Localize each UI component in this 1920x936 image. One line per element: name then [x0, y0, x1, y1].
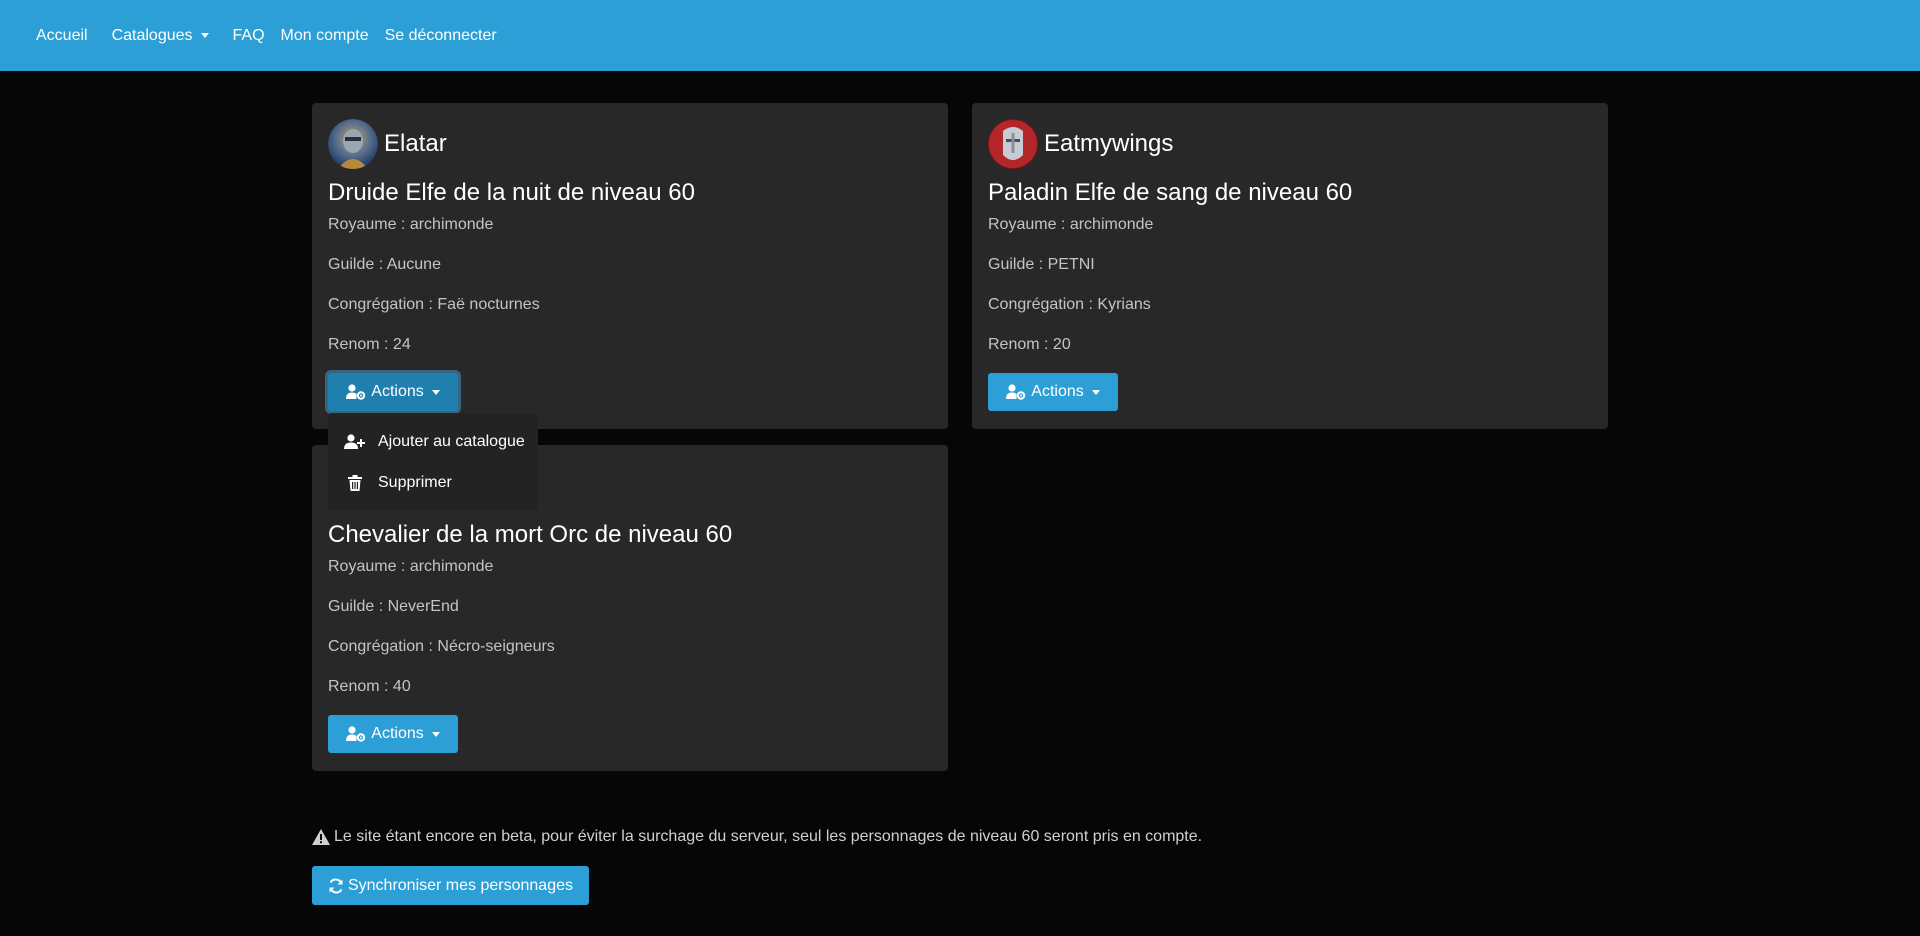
character-guild: Guilde : Aucune — [328, 256, 441, 273]
user-cog-icon — [1006, 384, 1026, 400]
character-name: Elatar — [384, 130, 447, 157]
nav-logout-link[interactable]: Se déconnecter — [385, 27, 497, 45]
delete-menu-item[interactable]: Supprimer — [328, 462, 538, 503]
paladin-avatar-icon — [988, 119, 1038, 169]
actions-dropdown-menu: Ajouter au catalogue Supprimer — [328, 413, 538, 511]
nav-catalogues-dropdown[interactable]: Catalogues — [112, 27, 209, 45]
user-plus-icon — [344, 433, 366, 450]
character-card: Elatar Druide Elfe de la nuit de niveau … — [312, 103, 948, 429]
character-guild: Guilde : NeverEnd — [328, 598, 459, 615]
character-realm: Royaume : archimonde — [328, 216, 494, 233]
character-name: Eatmywings — [1044, 130, 1174, 157]
user-cog-icon — [346, 384, 366, 400]
sync-icon — [328, 878, 344, 894]
beta-warning-text: Le site étant encore en beta, pour évite… — [334, 828, 1203, 845]
actions-button[interactable]: Actions — [328, 715, 458, 753]
add-to-catalogue-menu-item[interactable]: Ajouter au catalogue — [328, 421, 538, 462]
sync-button-label: Synchroniser mes personnages — [347, 876, 573, 894]
actions-label: Actions — [371, 383, 424, 400]
nav-account-link[interactable]: Mon compte — [281, 27, 369, 45]
character-title: Druide Elfe de la nuit de niveau 60 — [328, 179, 695, 206]
actions-button[interactable]: Actions — [328, 373, 458, 411]
character-covenant: Congrégation : Faë nocturnes — [328, 296, 540, 313]
character-header: Eatmywings — [988, 119, 1173, 169]
character-realm: Royaume : archimonde — [988, 216, 1154, 233]
caret-down-icon — [431, 731, 440, 737]
actions-label: Actions — [371, 725, 424, 742]
character-title: Paladin Elfe de sang de niveau 60 — [988, 179, 1353, 206]
caret-down-icon — [1091, 389, 1100, 395]
character-header: Elatar — [328, 119, 447, 169]
warning-icon — [312, 829, 330, 845]
nav-home-link[interactable]: Accueil — [36, 27, 88, 45]
character-guild: Guilde : PETNI — [988, 256, 1095, 273]
actions-button[interactable]: Actions — [988, 373, 1118, 411]
character-realm: Royaume : archimonde — [328, 558, 494, 575]
top-navbar: Accueil Catalogues FAQ Mon compte Se déc… — [0, 0, 1920, 71]
character-title: Chevalier de la mort Orc de niveau 60 — [328, 521, 733, 548]
beta-warning-note: Le site étant encore en beta, pour évite… — [312, 828, 1202, 846]
character-renown: Renom : 24 — [328, 336, 411, 353]
caret-down-icon — [200, 33, 209, 38]
character-covenant: Congrégation : Nécro-seigneurs — [328, 638, 555, 655]
character-card: Eatmywings Paladin Elfe de sang de nivea… — [972, 103, 1608, 429]
add-to-catalogue-label: Ajouter au catalogue — [378, 432, 525, 450]
nav-faq-link[interactable]: FAQ — [233, 27, 265, 45]
caret-down-icon — [431, 389, 440, 395]
druid-avatar-icon — [328, 119, 378, 169]
character-renown: Renom : 40 — [328, 678, 411, 695]
character-covenant: Congrégation : Kyrians — [988, 296, 1151, 313]
actions-label: Actions — [1031, 383, 1084, 400]
trash-icon — [344, 474, 366, 491]
user-cog-icon — [346, 726, 366, 742]
delete-label: Supprimer — [378, 473, 452, 491]
sync-characters-button[interactable]: Synchroniser mes personnages — [312, 866, 589, 905]
nav-catalogues-label: Catalogues — [111, 26, 193, 44]
character-renown: Renom : 20 — [988, 336, 1071, 353]
